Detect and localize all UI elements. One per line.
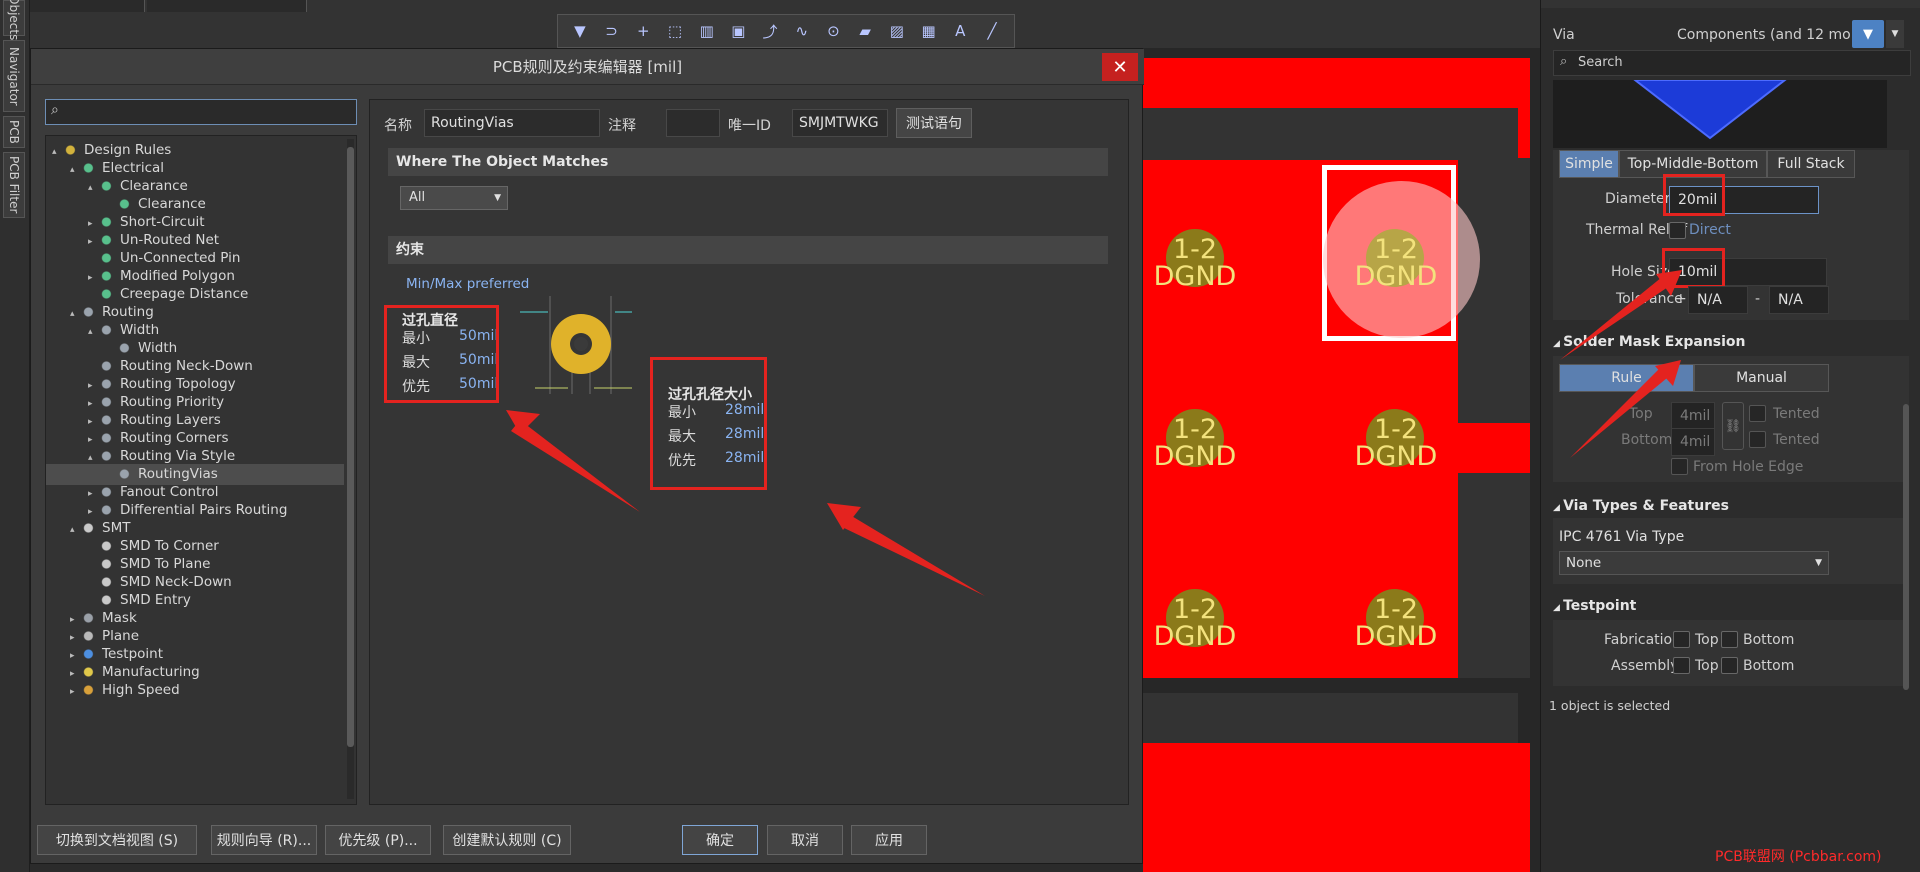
annotation-arrows — [506, 270, 1682, 596]
annotation-arrow — [1570, 369, 1667, 458]
annotation-arrow — [1560, 277, 1668, 360]
watermark: PCB联盟网 (Pcbbar.com) — [1715, 849, 1882, 865]
annotation-arrow — [842, 515, 985, 596]
annotation-arrow — [511, 420, 640, 512]
annotation-arrow-head — [506, 410, 540, 434]
